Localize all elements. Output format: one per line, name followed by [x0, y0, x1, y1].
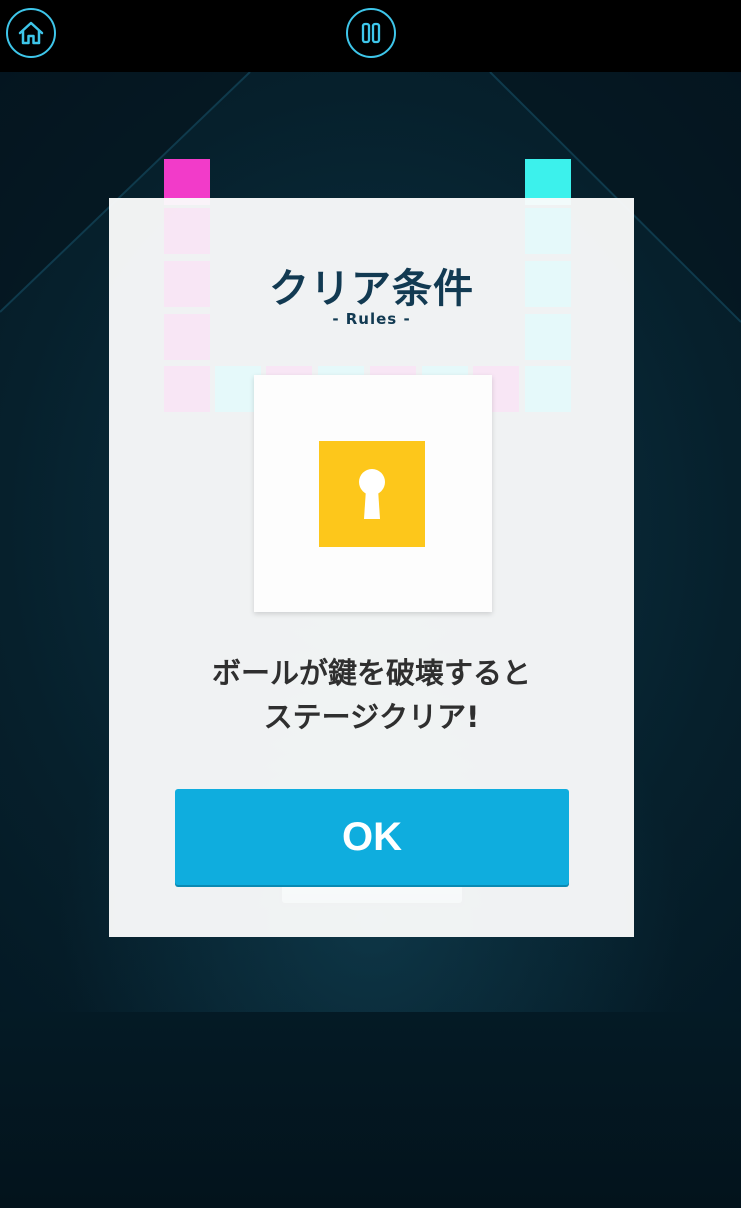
key-card [254, 375, 492, 612]
message-line-2: ステージクリア! [263, 700, 480, 734]
block-faded [164, 208, 210, 254]
message-line-1: ボールが鍵を破壊すると [211, 656, 531, 690]
rules-message: ボールが鍵を破壊すると ステージクリア! [109, 651, 634, 739]
block-faded [525, 208, 571, 254]
key-block [319, 441, 425, 547]
home-button[interactable] [6, 8, 56, 58]
stage-floor [0, 1012, 741, 1208]
pause-button[interactable] [346, 8, 396, 58]
dialog-subtitle: - Rules - [332, 310, 411, 328]
top-bar [0, 0, 741, 72]
dialog-title: クリア条件 [269, 266, 474, 312]
block-faded [525, 366, 571, 412]
ok-button[interactable]: OK [175, 789, 569, 885]
keyhole-icon [359, 469, 385, 519]
rules-dialog: クリア条件 - Rules - ボールが鍵を破壊すると ステージクリア! OK [109, 198, 634, 937]
home-icon [18, 21, 44, 45]
block-faded [164, 366, 210, 412]
pause-icon [361, 22, 381, 44]
